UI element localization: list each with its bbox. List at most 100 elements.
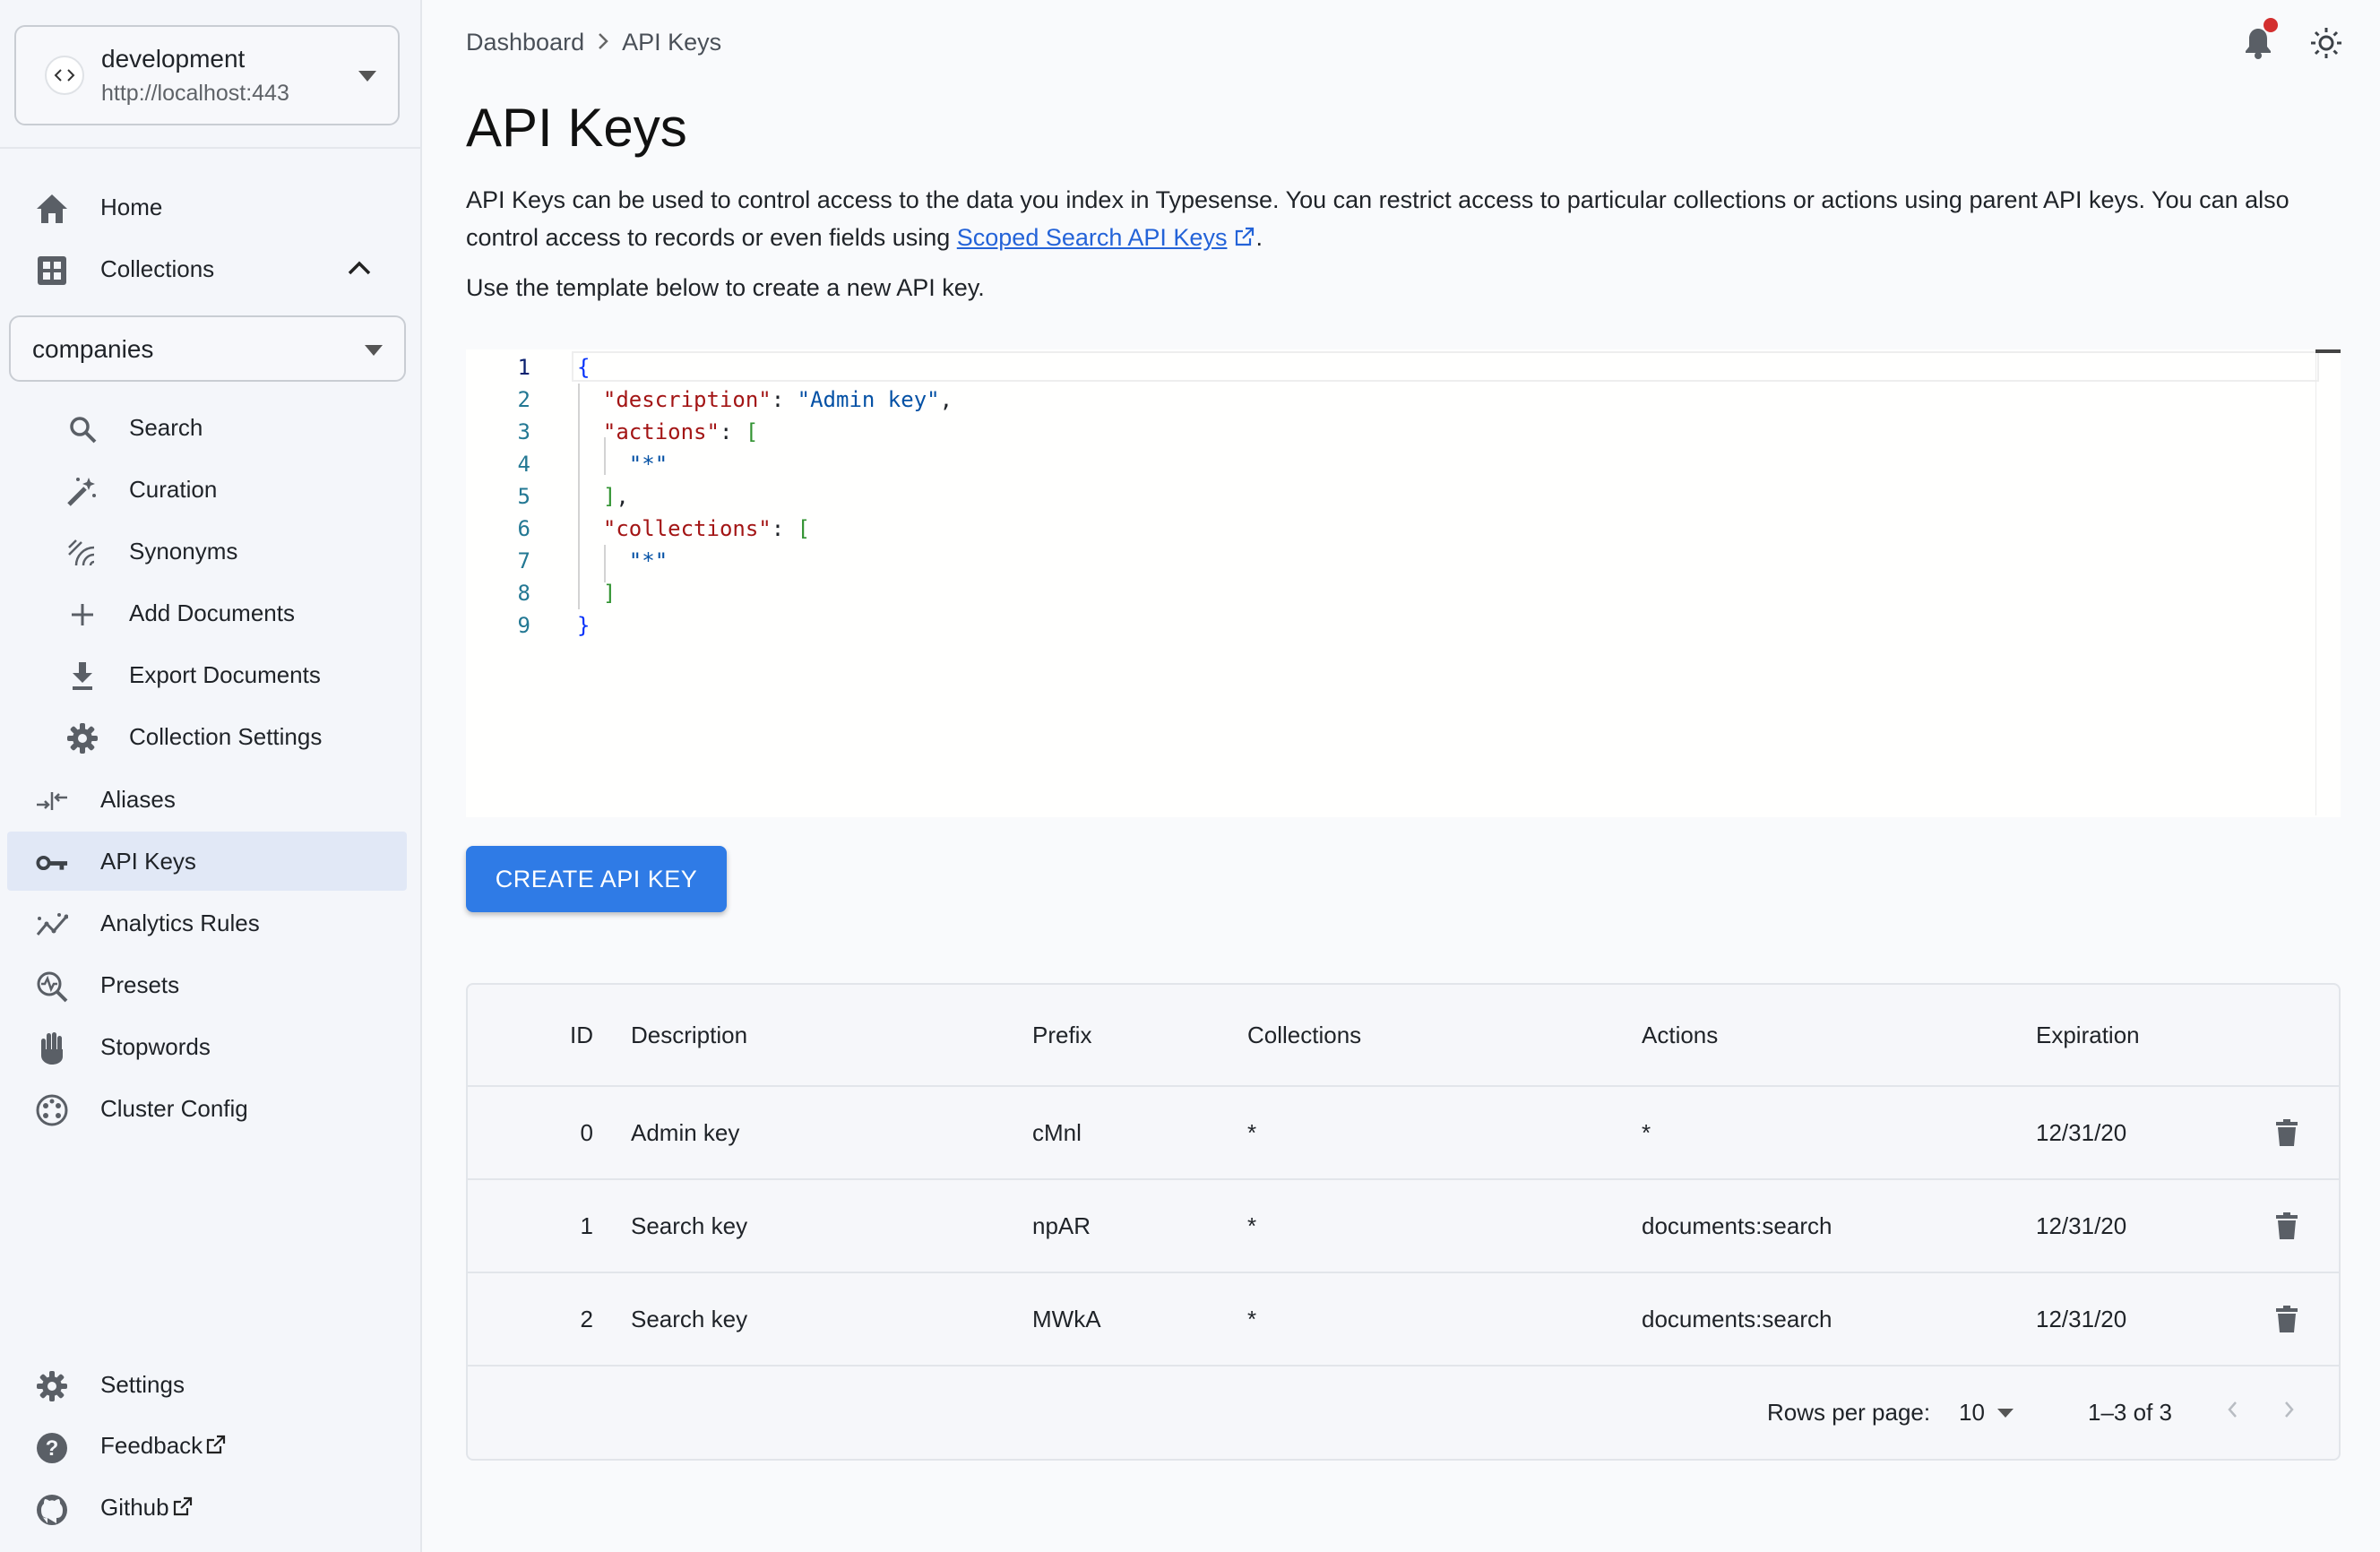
table-row: 0 Admin key cMnl * * 12/31/20 — [468, 1087, 2339, 1180]
trash-icon — [2276, 1119, 2298, 1146]
sun-icon — [2311, 28, 2341, 58]
gear-icon — [36, 1370, 68, 1402]
github-icon — [36, 1494, 68, 1526]
sidebar-item-label: Export Documents — [129, 660, 321, 688]
sidebar-item-collections[interactable]: Collections — [7, 239, 407, 298]
json-key: "description" — [602, 387, 772, 412]
column-header-actions: Actions — [1642, 1021, 1719, 1048]
sidebar-item-label: Aliases — [100, 785, 176, 813]
rows-per-page-select[interactable]: 10 — [1959, 1399, 2014, 1427]
code-text: "actions": [ — [602, 419, 759, 444]
line-number: 2 — [517, 387, 530, 412]
delete-key-button[interactable] — [2269, 1180, 2305, 1272]
notification-badge — [2264, 18, 2278, 32]
sidebar-item-aliases[interactable]: Aliases — [7, 770, 407, 829]
cell-prefix: npAR — [1032, 1211, 1091, 1239]
sidebar-item-stopwords[interactable]: Stopwords — [7, 1017, 407, 1076]
chevron-up-icon[interactable] — [348, 261, 371, 280]
sidebar-item-settings[interactable]: Settings — [7, 1355, 407, 1414]
code-text: } — [577, 613, 591, 638]
sidebar-item-github[interactable]: Github — [7, 1479, 407, 1538]
server-url: http://localhost:443 — [101, 81, 289, 106]
chevron-right-icon — [597, 29, 609, 56]
topbar-actions — [2240, 18, 2344, 61]
line-number: 3 — [517, 419, 530, 444]
theme-toggle-button[interactable] — [2308, 25, 2344, 61]
current-line-highlight — [572, 351, 2319, 382]
line-number: 6 — [517, 516, 530, 541]
cell-expiration: 12/31/20 — [2036, 1211, 2127, 1239]
sidebar-item-add-documents[interactable]: Add Documents — [7, 583, 407, 642]
editor-scrollbar-thumb[interactable] — [2315, 349, 2341, 353]
sidebar-item-feedback[interactable]: ? Feedback — [7, 1417, 407, 1476]
column-header-collections: Collections — [1247, 1021, 1362, 1048]
table-row: 1 Search key npAR * documents:search 12/… — [468, 1180, 2339, 1273]
sidebar-item-label: Home — [100, 193, 163, 220]
cell-collections: * — [1247, 1305, 1257, 1332]
alias-icon — [36, 785, 68, 817]
chevron-down-icon — [365, 344, 383, 360]
cell-description: Admin key — [631, 1118, 740, 1146]
cell-actions: * — [1642, 1118, 1651, 1146]
column-header-expiration: Expiration — [2036, 1021, 2140, 1048]
sidebar-item-export-documents[interactable]: Export Documents — [7, 645, 407, 704]
sidebar-item-presets[interactable]: Presets — [7, 955, 407, 1014]
template-hint: Use the template below to create a new A… — [466, 274, 985, 301]
cell-expiration: 12/31/20 — [2036, 1118, 2127, 1146]
cell-prefix: MWkA — [1032, 1305, 1101, 1332]
sidebar-item-synonyms[interactable]: Synonyms — [7, 522, 407, 581]
sidebar-item-cluster-config[interactable]: Cluster Config — [7, 1079, 407, 1138]
sidebar-item-label: Analytics Rules — [100, 909, 260, 936]
sidebar: development http://localhost:443 Home Co… — [0, 0, 422, 1552]
external-link-icon — [206, 1433, 226, 1461]
page-intro: API Keys can be used to control access t… — [466, 181, 2330, 258]
key-icon — [36, 847, 68, 879]
breadcrumb-dashboard[interactable]: Dashboard — [466, 29, 584, 56]
trash-icon — [2276, 1212, 2298, 1239]
download-icon — [66, 660, 99, 693]
github-label: Github — [100, 1493, 169, 1521]
sidebar-item-analytics-rules[interactable]: Analytics Rules — [7, 893, 407, 953]
cell-description: Search key — [631, 1305, 748, 1332]
cell-description: Search key — [631, 1211, 748, 1239]
next-page-button[interactable] — [2283, 1399, 2296, 1425]
cell-collections: * — [1247, 1118, 1257, 1146]
line-number: 5 — [517, 484, 530, 509]
sidebar-item-search[interactable]: Search — [7, 398, 407, 457]
previous-page-button[interactable] — [2226, 1399, 2238, 1425]
gear-icon — [66, 722, 99, 754]
cell-actions: documents:search — [1642, 1305, 1832, 1332]
help-icon: ? — [36, 1432, 68, 1464]
delete-key-button[interactable] — [2269, 1273, 2305, 1365]
code-text: "collections": [ — [602, 516, 811, 541]
scoped-search-api-keys-link[interactable]: Scoped Search API Keys — [957, 224, 1228, 251]
cell-id: 1 — [580, 1211, 593, 1239]
rows-per-page-label: Rows per page: — [1767, 1399, 1931, 1426]
create-api-key-button[interactable]: CREATE API KEY — [466, 846, 727, 912]
sidebar-item-label: Collections — [100, 254, 215, 282]
external-link-icon — [173, 1495, 193, 1522]
sidebar-item-home[interactable]: Home — [7, 177, 407, 237]
cluster-icon — [36, 1094, 68, 1126]
notifications-button[interactable] — [2240, 18, 2278, 61]
json-key: "collections" — [602, 516, 772, 541]
editor-scrollbar[interactable] — [2315, 349, 2341, 815]
sidebar-item-curation[interactable]: Curation — [7, 460, 407, 519]
collection-selector[interactable]: companies — [9, 315, 406, 382]
sidebar-item-collection-settings[interactable]: Collection Settings — [7, 707, 407, 766]
breadcrumb-current: API Keys — [622, 29, 722, 56]
column-header-id: ID — [570, 1021, 593, 1048]
pagination-range: 1–3 of 3 — [2088, 1399, 2172, 1426]
json-value: "Admin key" — [797, 387, 940, 412]
sidebar-item-label: Feedback — [100, 1432, 226, 1461]
search-icon — [66, 413, 99, 445]
json-editor[interactable]: 1 { 2 "description": "Admin key", 3 "acti… — [466, 349, 2341, 817]
sidebar-item-api-keys[interactable]: API Keys — [7, 832, 407, 891]
server-selector[interactable]: development http://localhost:443 — [14, 25, 400, 125]
json-value: "*" — [628, 452, 668, 477]
api-keys-table: ID Description Prefix Collections Action… — [466, 983, 2341, 1461]
external-link-icon — [1234, 220, 1255, 258]
sidebar-item-label: Search — [129, 413, 203, 441]
plus-icon — [66, 599, 99, 631]
delete-key-button[interactable] — [2269, 1087, 2305, 1178]
